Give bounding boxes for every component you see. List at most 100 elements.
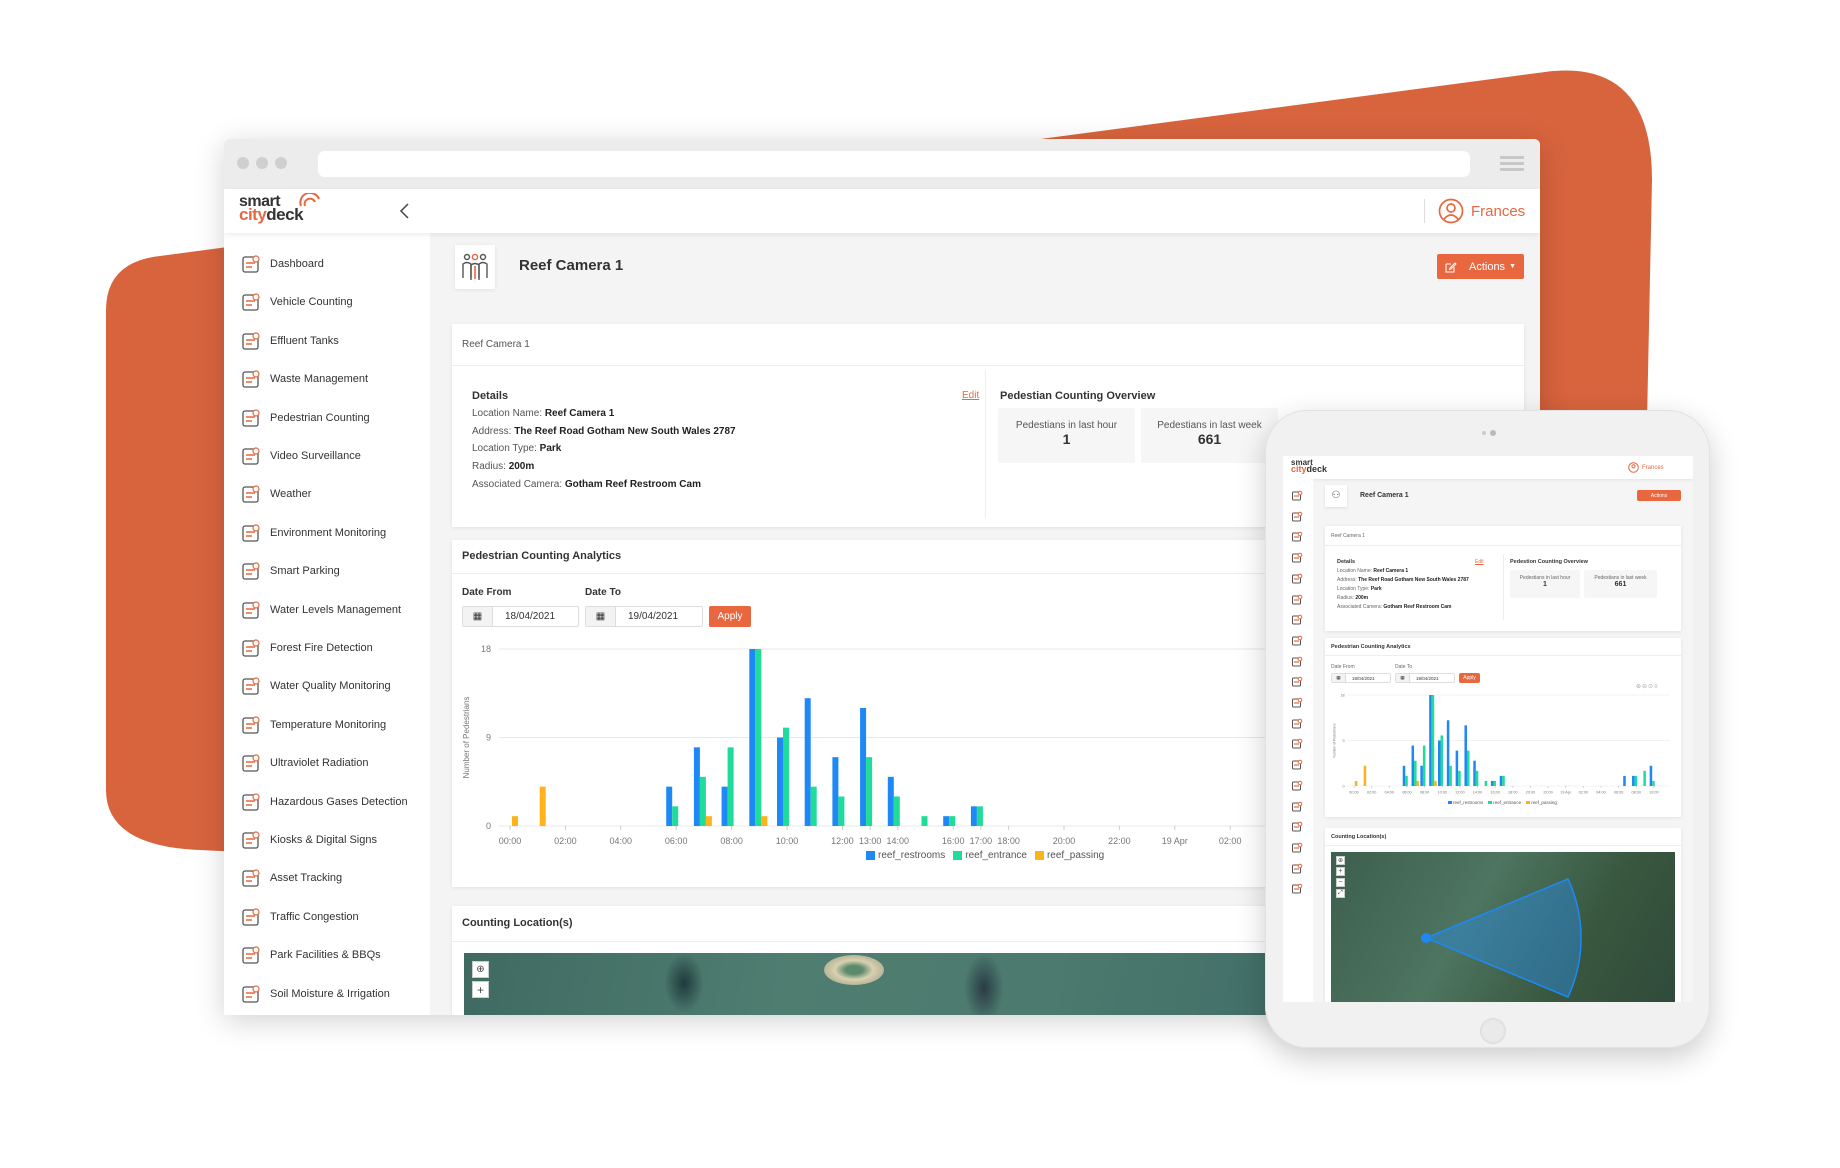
browser-toolbar [224, 139, 1540, 189]
tablet-sidebar-item[interactable] [1291, 634, 1303, 652]
calendar-icon[interactable]: ▦ [1396, 674, 1410, 682]
user-name: Frances [1642, 464, 1664, 471]
compass-control[interactable]: ⊕ [1336, 856, 1345, 865]
sidebar-item-dashboard[interactable]: Dashboard [240, 249, 324, 279]
logo-text: city [239, 205, 267, 224]
sidebar-item-water-quality-monitoring[interactable]: Water Quality Monitoring [240, 671, 391, 701]
traffic-icon [1292, 842, 1303, 853]
pedestrian-group-icon: ⚇ [1325, 485, 1347, 507]
sidebar-item-smart-parking[interactable]: Smart Parking [240, 556, 340, 586]
zoom-out-button[interactable]: − [1336, 878, 1345, 887]
satellite-map[interactable]: ⊕ + − ⤢ [1331, 852, 1675, 1002]
detail-value: Park [539, 443, 562, 455]
sidebar-item-traffic-congestion[interactable]: Traffic Congestion [240, 902, 359, 932]
user-menu[interactable]: Frances [1438, 198, 1525, 224]
actions-button[interactable]: Actions ▼ [1437, 254, 1524, 279]
sidebar-item-pedestrian-counting[interactable]: Pedestrian Counting [240, 403, 370, 433]
tablet-sidebar-item[interactable] [1291, 696, 1303, 714]
zoom-in-button[interactable]: + [472, 981, 489, 998]
calendar-icon[interactable]: ▦ [463, 607, 493, 626]
sidebar-item-ultraviolet-radiation[interactable]: Ultraviolet Radiation [240, 748, 368, 778]
sidebar-item-video-surveillance[interactable]: Video Surveillance [240, 441, 361, 471]
sidebar-item-soil-moisture-irrigation[interactable]: Soil Moisture & Irrigation [240, 979, 390, 1009]
apply-button[interactable]: Apply [709, 606, 751, 627]
legend-item[interactable]: reef_passing [1526, 800, 1557, 805]
water-drops-icon [242, 600, 260, 619]
tablet-sidebar-item[interactable] [1291, 779, 1303, 797]
sidebar-item-hazardous-gases-detection[interactable]: Hazardous Gases Detection [240, 787, 408, 817]
stat-label: Pedestians in last week [1157, 420, 1262, 431]
legend-item[interactable]: reef_restrooms [866, 850, 945, 861]
detail-value: The Reef Road Gotham New South Wales 278… [1358, 577, 1469, 583]
address-bar[interactable] [318, 151, 1470, 177]
compass-control[interactable]: ⊕ [472, 961, 489, 978]
sidebar-item-vehicle-counting[interactable]: Vehicle Counting [240, 287, 353, 317]
tablet-sidebar-item[interactable] [1291, 572, 1303, 590]
car-icon [1292, 511, 1303, 522]
tablet-header: smart citydeck Frances [1283, 456, 1693, 479]
tablet-sidebar-item[interactable] [1291, 820, 1303, 838]
calendar-icon[interactable]: ▦ [1332, 674, 1346, 682]
tablet-sidebar-item[interactable] [1291, 882, 1303, 900]
tablet-sidebar-item[interactable] [1291, 758, 1303, 776]
tablet-sidebar-item[interactable] [1291, 862, 1303, 880]
tablet-sidebar-item[interactable] [1291, 510, 1303, 528]
actions-button[interactable]: Actions [1637, 490, 1681, 501]
legend-swatch [866, 851, 875, 860]
sidebar-item-water-levels-management[interactable]: Water Levels Management [240, 595, 401, 625]
sidebar-item-asset-tracking[interactable]: Asset Tracking [240, 863, 342, 893]
tablet-sidebar-item[interactable] [1291, 737, 1303, 755]
sidebar-item-waste-management[interactable]: Waste Management [240, 364, 368, 394]
gas-icon [242, 792, 260, 811]
parking-icon [242, 562, 260, 580]
date-from-input[interactable]: ▦ 18/04/2021 [1331, 673, 1391, 683]
zoom-in-button[interactable]: + [1336, 867, 1345, 876]
sidebar-item-park-facilities-bbqs[interactable]: Park Facilities & BBQs [240, 940, 381, 970]
dashboard-icon [242, 255, 260, 273]
legend-item[interactable]: reef_entrance [953, 850, 1027, 861]
chevron-left-icon[interactable] [399, 203, 411, 219]
logo[interactable]: smart citydeck [239, 193, 320, 224]
menu-icon[interactable] [1500, 156, 1524, 159]
chart-zoom-controls[interactable]: ⊕⊖⊙≡ [1636, 683, 1659, 690]
actions-label: Actions [1650, 492, 1668, 499]
date-from-input[interactable]: ▦ 18/04/2021 [462, 606, 579, 627]
sidebar-item-label: Traffic Congestion [270, 910, 359, 923]
tablet-sidebar-item[interactable] [1291, 675, 1303, 693]
sidebar-item-effluent-tanks[interactable]: Effluent Tanks [240, 326, 339, 356]
legend-item[interactable]: reef_entrance [1488, 800, 1521, 805]
date-to-input[interactable]: ▦ 19/04/2021 [585, 606, 703, 627]
detail-label: Location Type: [1337, 586, 1370, 592]
tablet-sidebar-item[interactable] [1291, 717, 1303, 735]
edit-link[interactable]: Edit [1475, 559, 1484, 565]
legend-item[interactable]: reef_restrooms [1448, 800, 1483, 805]
tablet-sidebar-item[interactable] [1291, 489, 1303, 507]
edit-link[interactable]: Edit [962, 390, 979, 401]
chart-legend: reef_restrooms reef_entrance reef_passing [1448, 800, 1557, 805]
sidebar-item-kiosks-digital-signs[interactable]: Kiosks & Digital Signs [240, 825, 377, 855]
tablet-sidebar-item[interactable] [1291, 593, 1303, 611]
fullscreen-button[interactable]: ⤢ [1336, 889, 1345, 898]
sidebar-item-environment-monitoring[interactable]: Environment Monitoring [240, 518, 386, 548]
date-from-label: Date From [462, 587, 512, 598]
logo-text: city [1291, 464, 1307, 474]
sidebar-item-temperature-monitoring[interactable]: Temperature Monitoring [240, 710, 386, 740]
calendar-icon[interactable]: ▦ [586, 607, 616, 626]
tablet-sidebar-item[interactable] [1291, 800, 1303, 818]
home-button[interactable] [1480, 1018, 1506, 1044]
locations-card: Counting Location(s) ⊕ + − ⤢ [1325, 828, 1681, 1002]
legend-item[interactable]: reef_passing [1034, 850, 1104, 861]
tablet-sidebar-item[interactable] [1291, 841, 1303, 859]
detail-value: Reef Camera 1 [1373, 568, 1409, 574]
sidebar-item-weather[interactable]: Weather [240, 479, 311, 509]
tablet-sidebar-item[interactable] [1291, 655, 1303, 673]
user-menu[interactable]: Frances [1628, 462, 1664, 473]
tank-icon [242, 332, 260, 350]
tablet-sidebar-item[interactable] [1291, 530, 1303, 548]
people-icon [1292, 573, 1303, 584]
tablet-sidebar-item[interactable] [1291, 613, 1303, 631]
date-to-input[interactable]: ▦ 19/04/2021 [1395, 673, 1455, 683]
apply-button[interactable]: Apply [1459, 673, 1480, 683]
tablet-sidebar-item[interactable] [1291, 551, 1303, 569]
sidebar-item-forest-fire-detection[interactable]: Forest Fire Detection [240, 633, 373, 663]
